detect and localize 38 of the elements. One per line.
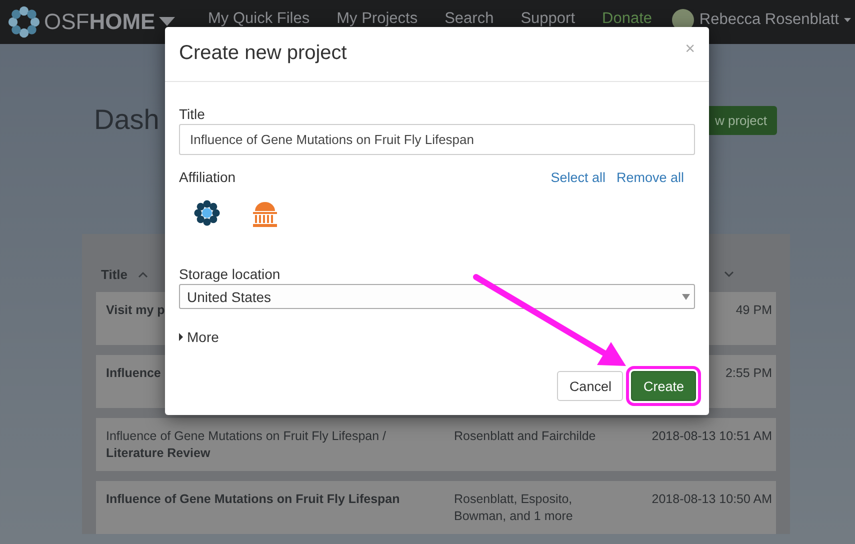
title-label: Title [179,106,206,122]
nav-link[interactable]: Support [520,10,576,28]
project-row[interactable]: Influence of Gene Mutations on Fruit Fly Lifespan / Literature Review Rosenblatt and Fairchilde 2018-08-13 10:51 AM [96,418,776,471]
modified-date: 2:55 PM [725,365,772,382]
select-all-link[interactable]: Select all [550,170,606,184]
caret-icon[interactable] [844,18,851,22]
nav-link[interactable]: My Quick Files [208,10,310,28]
title-input[interactable]: Influence of Gene Mutations on Fruit Fly Lifespan [179,124,695,155]
more-toggle[interactable]: More [179,329,219,345]
domed-building-icon[interactable] [251,199,279,227]
remove-all-link[interactable]: Remove all [616,170,684,184]
storage-select[interactable]: United States [179,284,695,309]
project-title: Influence of Gene Mutations on Fruit Fly Lifespan [106,491,400,508]
column-header[interactable]: Title [101,266,128,282]
expand-arrow-icon [179,333,183,341]
modified-date: 49 PM [736,302,772,319]
dropdown-arrow-icon [682,294,690,300]
project-title: Influence [106,365,161,382]
logo-icon [8,6,40,38]
dot-ring-icon[interactable] [193,199,221,227]
page-heading: Dash [94,104,160,136]
project-title: Visit my p [106,302,165,319]
caret-icon[interactable] [159,17,176,27]
modified-date: 2018-08-13 10:50 AM [652,491,772,508]
affiliation-label: Affiliation [179,169,237,185]
donate-link[interactable]: Donate [602,10,652,28]
modified-date: 2018-08-13 10:51 AM [652,428,772,445]
project-title: Influence of Gene Mutations on Fruit Fly Lifespan / Literature Review [106,428,388,462]
contributors-cell-text: Rosenblatt, Esposito, Bowman, and 1 more [454,491,574,525]
user-name[interactable]: Rebecca Rosenblatt [699,11,839,29]
nav-link[interactable]: My Projects [336,10,418,28]
storage-label: Storage location [179,266,282,282]
brand-name[interactable]: OSFHOME [44,9,156,35]
cancel-button[interactable]: Cancel [557,371,624,401]
contributors-cell-text: Rosenblatt and Fairchilde [454,428,597,445]
project-row[interactable]: Influence of Gene Mutations on Fruit Fly Lifespan Rosenblatt, Esposito, Bowman, and 1 more 2018-08-13 10:50 AM [96,481,776,534]
nav-link[interactable]: Search [444,10,494,28]
modal-title: Create new project [179,42,347,65]
